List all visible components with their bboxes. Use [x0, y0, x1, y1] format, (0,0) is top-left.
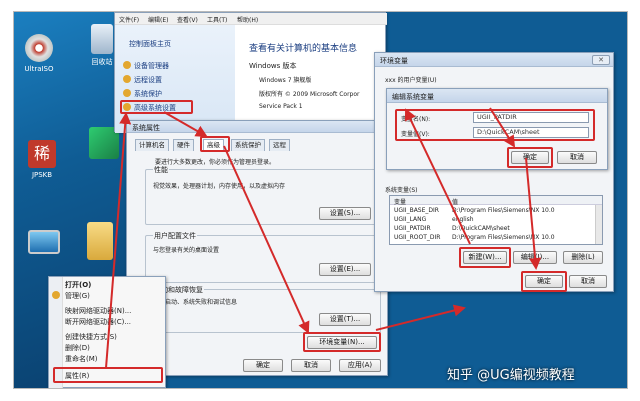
arrow-env-to-new — [375, 304, 466, 331]
arrow-fields-to-ok — [489, 107, 516, 148]
arrow-advanced-to-tab — [163, 111, 208, 137]
screenshot-frame: UltraISO 回收站 稀 JPSKB 文件(F) 编辑(E) 查看(V) 工… — [13, 11, 628, 389]
annotation-arrows — [105, 107, 542, 369]
arrow-new-to-fields — [404, 108, 471, 245]
arrow-tab-to-env — [223, 145, 310, 334]
watermark: 知乎 @UG编视频教程 — [447, 368, 575, 383]
arrow-ok-to-env-ok — [525, 157, 542, 270]
arrow-properties-to-advanced — [105, 112, 132, 369]
